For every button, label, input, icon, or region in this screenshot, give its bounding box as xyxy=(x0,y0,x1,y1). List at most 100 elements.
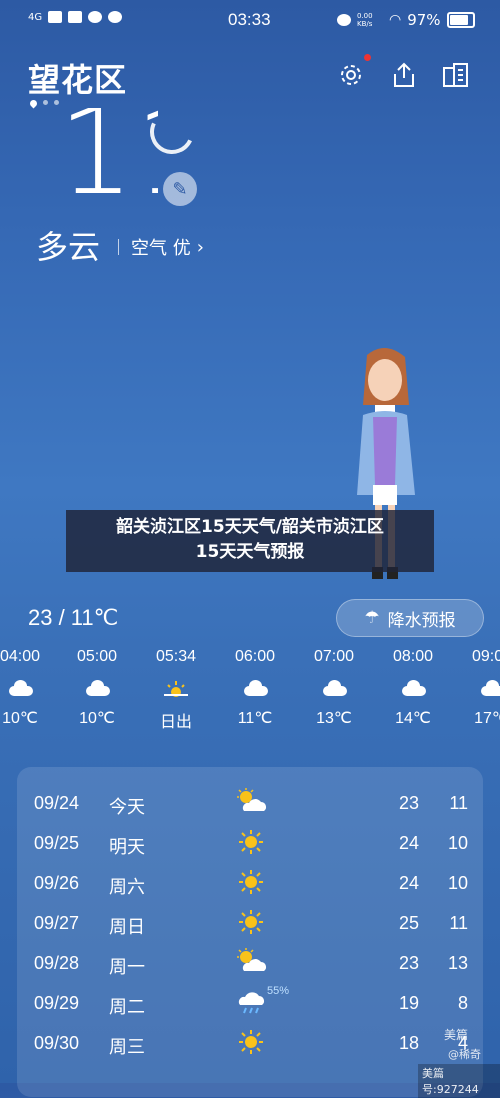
rain-cloud-icon xyxy=(235,987,269,1017)
settings-icon[interactable] xyxy=(336,60,366,90)
overlay-title-line1: 韶关浈江区15天天气/韶关市浈江区 xyxy=(116,517,384,537)
daily-weekday: 周六 xyxy=(109,877,145,897)
hourly-item: 08:00 14℃ xyxy=(378,648,448,728)
notification-dot xyxy=(364,54,371,61)
hourly-time: 07:00 xyxy=(313,648,355,665)
hourly-temp: 日出 xyxy=(159,714,192,731)
message-icon xyxy=(68,11,83,23)
daily-low: 10 xyxy=(447,873,468,893)
daily-row[interactable]: 09/27 周日 25 11 xyxy=(17,903,483,943)
share-icon[interactable] xyxy=(389,60,419,90)
sunrise-icon xyxy=(141,670,211,708)
sun-icon xyxy=(235,827,269,857)
overlay-title-line2: 15天天气预报 xyxy=(195,542,305,562)
status-right: 0.00 KB/s ◠ 97% xyxy=(337,11,475,29)
weibo-icon xyxy=(108,11,123,23)
hourly-temp: 17℃ xyxy=(474,710,500,727)
daily-high: 23 xyxy=(398,953,419,973)
page-dot xyxy=(54,100,59,105)
daily-weekday: 周二 xyxy=(109,997,145,1017)
daily-row[interactable]: 09/24 今天 23 11 xyxy=(17,783,483,823)
daily-high: 19 xyxy=(398,993,419,1013)
divider xyxy=(118,239,119,255)
hourly-item: 05:00 10℃ xyxy=(62,648,132,728)
city-list-icon[interactable] xyxy=(441,60,471,90)
hourly-temp: 13℃ xyxy=(316,710,352,727)
hourly-item: 07:00 13℃ xyxy=(299,648,369,728)
hourly-temp: 10℃ xyxy=(2,710,38,727)
hourly-time: 09:00 xyxy=(471,648,500,665)
hourly-time: 06:00 xyxy=(234,648,276,665)
umbrella-icon: ☂ xyxy=(364,608,380,628)
current-condition: 多云 xyxy=(36,228,101,266)
current-temperature: 11 xyxy=(58,108,158,203)
hourly-temp: 11℃ xyxy=(237,710,273,727)
net-speed: 0.00 KB/s xyxy=(357,12,373,28)
air-quality-label: 空气 优 xyxy=(131,238,191,259)
cloud-icon xyxy=(62,670,132,708)
hourly-temp: 14℃ xyxy=(395,710,431,727)
precip-chance: 55% xyxy=(267,985,290,997)
daily-row[interactable]: 09/25 明天 24 10 xyxy=(17,823,483,863)
cloud-icon xyxy=(378,670,448,708)
daily-weekday: 今天 xyxy=(109,797,145,817)
daily-high: 18 xyxy=(398,1033,419,1053)
daily-weekday: 周三 xyxy=(109,1037,145,1057)
daily-high: 24 xyxy=(398,873,419,893)
sun-icon xyxy=(235,1027,269,1057)
hourly-time: 05:00 xyxy=(76,648,118,665)
alarm-icon xyxy=(337,14,351,26)
daily-high: 24 xyxy=(398,833,419,853)
daily-forecast-card[interactable]: 09/24 今天 23 11 09/25 明天 24 10 09/26 周六 24 10 09/27 周日… xyxy=(17,767,483,1097)
hourly-time: 08:00 xyxy=(392,648,434,665)
battery-icon xyxy=(446,12,475,28)
sun-icon xyxy=(235,867,269,897)
daily-date: 09/27 xyxy=(34,913,80,933)
daily-low: 11 xyxy=(449,913,468,933)
alarm-icon xyxy=(88,11,103,23)
location-pin-icon xyxy=(28,98,39,109)
today-temp-range: 23 / 11℃ xyxy=(28,605,119,630)
page-dot xyxy=(43,100,48,105)
4G-icon: 4G xyxy=(28,11,43,23)
hourly-temp: 10℃ xyxy=(79,710,115,727)
daily-date: 09/29 xyxy=(34,993,80,1013)
daily-low: 11 xyxy=(449,793,468,813)
daily-row[interactable]: 09/29 周二 55% 19 8 xyxy=(17,983,483,1023)
rain-forecast-label: 降水预报 xyxy=(387,610,456,631)
daily-row[interactable]: 09/26 周六 24 10 xyxy=(17,863,483,903)
watermark-author: @稀奇 xyxy=(448,1048,481,1061)
daily-weekday: 周一 xyxy=(109,957,145,977)
daily-high: 25 xyxy=(398,913,419,933)
daily-row[interactable]: 09/28 周一 23 13 xyxy=(17,943,483,983)
hourly-forecast[interactable]: 04:00 10℃ 05:00 10℃ 05:34 日出 06:00 11℃ 07:00 13℃ 0… xyxy=(0,648,500,743)
air-quality-link[interactable]: 空气 优 › xyxy=(118,234,204,260)
cloud-icon xyxy=(220,670,290,708)
status-left-icons: 4G xyxy=(28,11,123,23)
status-bar: 4G 03:33 0.00 KB/s ◠ 97% xyxy=(0,8,500,32)
partly-cloudy-icon xyxy=(235,787,269,817)
daily-row[interactable]: 09/30 周三 18 4 xyxy=(17,1023,483,1063)
watermark-logo: 美篇 xyxy=(444,1028,469,1042)
cloud-icon xyxy=(0,670,55,708)
daily-low: 10 xyxy=(447,833,468,853)
location-title[interactable]: 望花区 xyxy=(28,55,127,101)
hourly-time: 05:34 xyxy=(155,648,197,665)
battery-text: 97% xyxy=(407,11,441,29)
daily-weekday: 明天 xyxy=(109,837,145,857)
rain-forecast-button[interactable]: ☂ 降水预报 xyxy=(336,599,484,637)
status-time: 03:33 xyxy=(228,10,271,29)
hourly-time: 04:00 xyxy=(0,648,41,665)
daily-low: 13 xyxy=(447,953,468,973)
daily-low: 8 xyxy=(457,993,468,1013)
daily-date: 09/24 xyxy=(34,793,80,813)
watermark-id: 美篇号:927244 xyxy=(418,1064,500,1098)
daily-high: 23 xyxy=(398,793,419,813)
hourly-item: 09:00 17℃ xyxy=(457,648,500,728)
partly-cloudy-icon xyxy=(235,947,269,977)
article-title-overlay: 韶关浈江区15天天气/韶关市浈江区 15天天气预报 xyxy=(66,510,434,572)
daily-weekday: 周日 xyxy=(109,917,145,937)
wifi-icon: ◠ xyxy=(389,12,402,28)
chevron-right-icon: › xyxy=(196,236,204,258)
edit-icon[interactable]: ✎ xyxy=(163,172,197,206)
